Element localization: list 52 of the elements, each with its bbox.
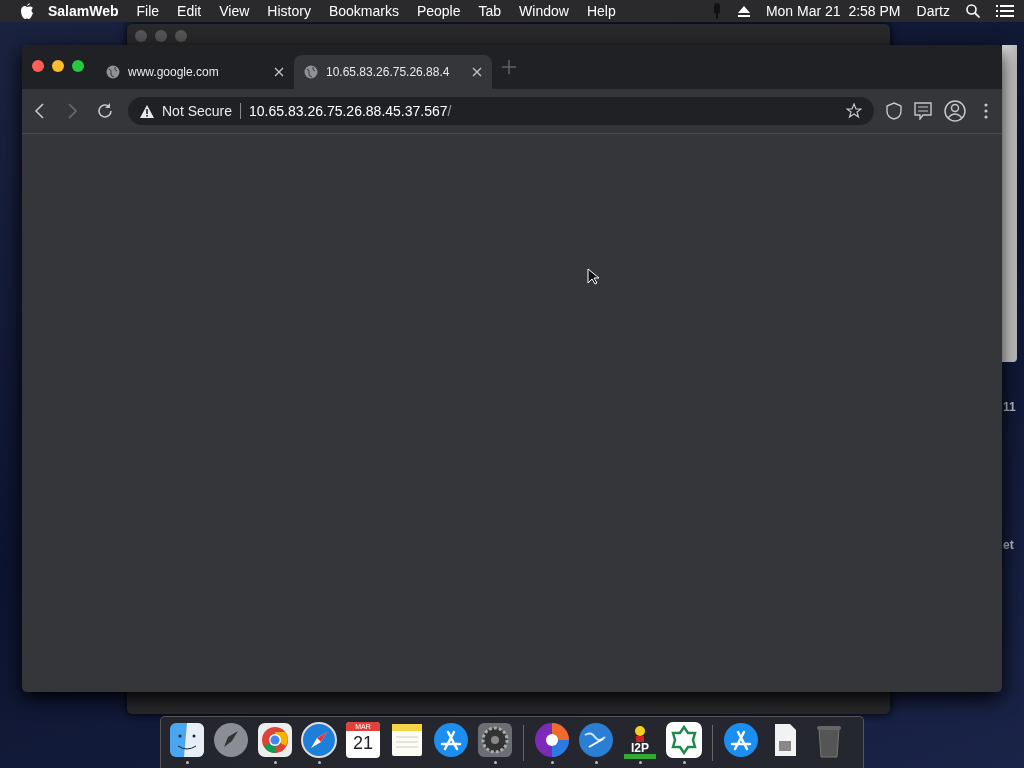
url-text: 10.65.83.26.75.26.88.45.37.567/	[249, 103, 452, 119]
list-icon[interactable]	[996, 4, 1014, 18]
menu-item[interactable]: Help	[577, 3, 625, 19]
finder-icon[interactable]	[168, 721, 206, 759]
gear-icon[interactable]	[476, 721, 514, 759]
menu-item[interactable]: Bookmarks	[319, 3, 408, 19]
menu-item[interactable]: Tab	[469, 3, 511, 19]
clock[interactable]: Mon Mar 21 2:58 PM	[765, 3, 901, 19]
chrome-icon[interactable]	[256, 721, 294, 759]
browser-tab[interactable]: 10.65.83.26.75.26.88.4	[294, 55, 492, 89]
stripe-icon	[624, 754, 656, 759]
close-icon[interactable]	[274, 67, 284, 77]
menu-item[interactable]: Window	[510, 3, 578, 19]
user-name[interactable]: Dartz	[916, 3, 950, 19]
tab-title: www.google.com	[128, 65, 220, 79]
swirl-icon[interactable]	[533, 721, 571, 759]
desktop-label: 11	[1003, 400, 1016, 414]
i2p-label: I2P	[631, 742, 649, 754]
zoom-button[interactable]	[72, 59, 84, 72]
cursor-icon	[587, 268, 599, 285]
chat-icon[interactable]	[914, 102, 932, 120]
compass-icon[interactable]	[300, 721, 338, 759]
menu-item[interactable]: View	[210, 3, 259, 19]
desktop-label: et	[1003, 538, 1014, 552]
figure-icon[interactable]	[633, 726, 647, 742]
globe-icon[interactable]	[577, 721, 615, 759]
warning-icon	[140, 104, 154, 118]
close-button[interactable]	[32, 59, 44, 72]
minimize-button[interactable]	[52, 59, 64, 72]
globe-icon	[106, 65, 120, 79]
address-bar[interactable]: Not Secure 10.65.83.26.75.26.88.45.37.567/	[128, 97, 874, 125]
apple-icon[interactable]	[20, 3, 34, 19]
eject-icon[interactable]	[737, 5, 750, 17]
menu-item[interactable]: File	[127, 3, 169, 19]
tab-title: 10.65.83.26.75.26.88.4	[326, 65, 451, 79]
close-icon[interactable]	[472, 67, 482, 77]
shield-icon[interactable]	[886, 102, 902, 120]
more-icon[interactable]	[984, 103, 988, 119]
app-menu[interactable]: SalamWeb	[34, 3, 128, 19]
app-store-icon[interactable]	[722, 721, 760, 759]
calendar-day: 21	[353, 731, 373, 755]
emblem-icon[interactable]	[665, 721, 703, 759]
app-store-icon[interactable]	[432, 721, 470, 759]
account-icon[interactable]	[944, 100, 966, 122]
menu-item[interactable]: Edit	[168, 3, 211, 19]
menu-item[interactable]: People	[407, 3, 470, 19]
menu-item[interactable]: History	[258, 3, 320, 19]
browser-tab[interactable]: www.google.com	[96, 55, 294, 89]
globe-icon	[304, 65, 318, 79]
star-icon[interactable]	[846, 103, 862, 119]
security-label: Not Secure	[162, 103, 233, 119]
search-icon[interactable]	[966, 4, 980, 18]
